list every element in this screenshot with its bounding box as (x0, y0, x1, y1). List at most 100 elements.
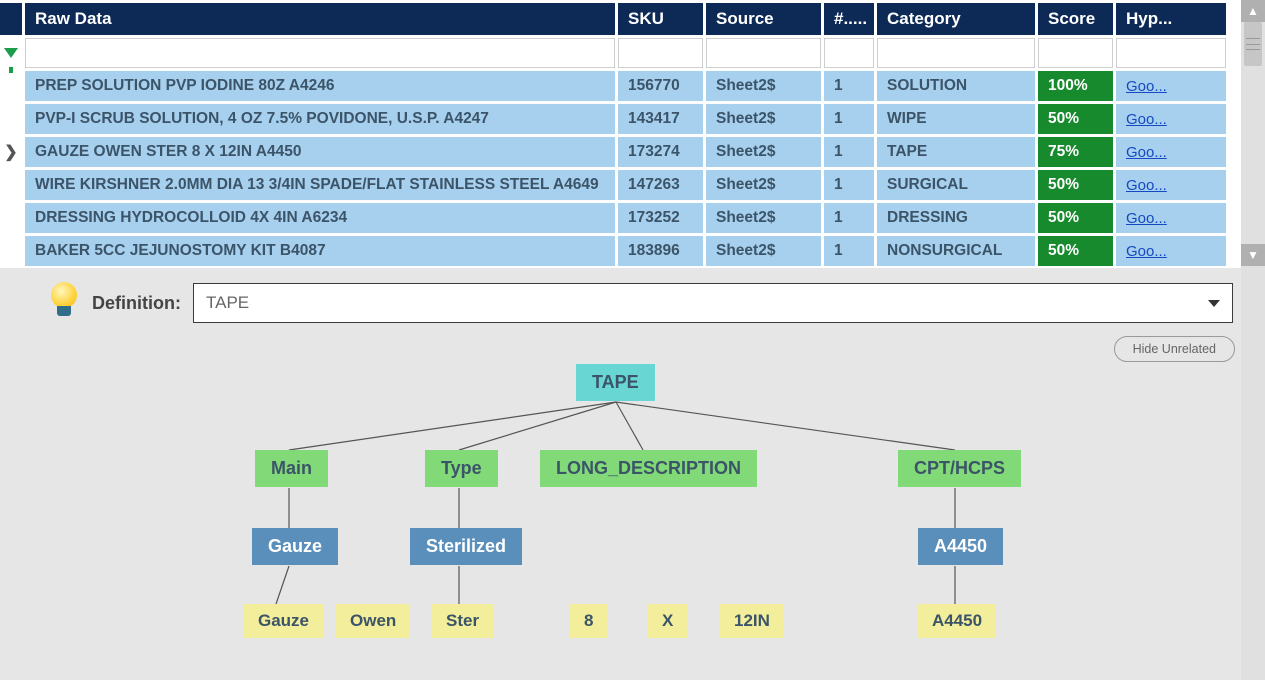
filter-hyp[interactable] (1116, 38, 1226, 68)
cell-score: 50% (1038, 104, 1113, 134)
cell-score: 50% (1038, 236, 1113, 266)
tree-cat-type[interactable]: Type (425, 450, 498, 487)
tree-leaf-12in[interactable]: 12IN (720, 604, 784, 638)
cell-source: Sheet2$ (706, 170, 821, 200)
tree-leaf-ster[interactable]: Ster (432, 604, 493, 638)
cell-source: Sheet2$ (706, 137, 821, 167)
cell-raw: WIRE KIRSHNER 2.0MM DIA 13 3/4IN SPADE/F… (25, 170, 615, 200)
tree-leaf-x[interactable]: X (648, 604, 687, 638)
filter-source[interactable] (706, 38, 821, 68)
definition-tree: TAPE Main Type LONG_DESCRIPTION CPT/HCPS… (0, 364, 1241, 680)
scroll-down-button[interactable]: ▼ (1241, 244, 1265, 266)
cell-hyperlink[interactable]: Goo... (1116, 203, 1226, 233)
cell-category: NONSURGICAL (877, 236, 1035, 266)
cell-hyperlink[interactable]: Goo... (1116, 170, 1226, 200)
row-selected-icon: ❯ (4, 142, 17, 162)
detail-panel: Definition: TAPE Hide Unrelated TAPE Mai… (0, 268, 1241, 680)
cell-source: Sheet2$ (706, 236, 821, 266)
table-row[interactable]: ❯ GAUZE OWEN STER 8 X 12IN A4450 173274 … (0, 137, 1241, 170)
cell-raw: BAKER 5CC JEJUNOSTOMY KIT B4087 (25, 236, 615, 266)
tree-connectors (0, 364, 1241, 680)
table-row[interactable]: BAKER 5CC JEJUNOSTOMY KIT B4087 183896 S… (0, 236, 1241, 269)
tree-leaf-gauze[interactable]: Gauze (244, 604, 323, 638)
cell-hyperlink[interactable]: Goo... (1116, 104, 1226, 134)
cell-category: TAPE (877, 137, 1035, 167)
cell-hyperlink[interactable]: Goo... (1116, 236, 1226, 266)
grid-filter-row (0, 38, 1241, 71)
cell-count: 1 (824, 104, 874, 134)
cell-sku: 173274 (618, 137, 703, 167)
definition-label: Definition: (92, 293, 181, 314)
hyperlink[interactable]: Goo... (1126, 144, 1167, 161)
lightbulb-icon (48, 282, 80, 324)
hyperlink[interactable]: Goo... (1126, 111, 1167, 128)
cell-hyperlink[interactable]: Goo... (1116, 137, 1226, 167)
cell-sku: 173252 (618, 203, 703, 233)
col-raw-data[interactable]: Raw Data (25, 3, 615, 35)
tree-leaf-8[interactable]: 8 (570, 604, 607, 638)
tree-root[interactable]: TAPE (576, 364, 655, 401)
chevron-down-icon (1208, 300, 1220, 307)
row-indicator (0, 236, 22, 266)
filter-score[interactable] (1038, 38, 1113, 68)
grid-header: Raw Data SKU Source #..... Category Scor… (0, 0, 1241, 38)
table-row[interactable]: WIRE KIRSHNER 2.0MM DIA 13 3/4IN SPADE/F… (0, 170, 1241, 203)
cell-score: 100% (1038, 71, 1113, 101)
filter-icon-cell[interactable] (0, 38, 22, 68)
vertical-scrollbar[interactable]: ▲ ▼ (1241, 0, 1265, 680)
tree-cat-main[interactable]: Main (255, 450, 328, 487)
cell-hyperlink[interactable]: Goo... (1116, 71, 1226, 101)
scroll-thumb[interactable] (1244, 22, 1262, 66)
hyperlink[interactable]: Goo... (1126, 177, 1167, 194)
cell-source: Sheet2$ (706, 71, 821, 101)
filter-sku[interactable] (618, 38, 703, 68)
filter-raw[interactable] (25, 38, 615, 68)
row-indicator (0, 104, 22, 134)
cell-raw: GAUZE OWEN STER 8 X 12IN A4450 (25, 137, 615, 167)
col-count[interactable]: #..... (824, 3, 874, 35)
cell-count: 1 (824, 203, 874, 233)
cell-raw: PVP-I SCRUB SOLUTION, 4 OZ 7.5% POVIDONE… (25, 104, 615, 134)
tree-leaf-owen[interactable]: Owen (336, 604, 410, 638)
scroll-up-button[interactable]: ▲ (1241, 0, 1265, 22)
row-indicator (0, 170, 22, 200)
col-source[interactable]: Source (706, 3, 821, 35)
tree-cat-cpt[interactable]: CPT/HCPS (898, 450, 1021, 487)
hyperlink[interactable]: Goo... (1126, 243, 1167, 260)
cell-sku: 147263 (618, 170, 703, 200)
cell-score: 50% (1038, 203, 1113, 233)
row-indicator (0, 203, 22, 233)
filter-count[interactable] (824, 38, 874, 68)
cell-category: WIPE (877, 104, 1035, 134)
tree-mid-sterilized[interactable]: Sterilized (410, 528, 522, 565)
hyperlink[interactable]: Goo... (1126, 210, 1167, 227)
cell-count: 1 (824, 170, 874, 200)
col-indicator[interactable] (0, 3, 22, 35)
cell-count: 1 (824, 137, 874, 167)
table-row[interactable]: PREP SOLUTION PVP IODINE 80Z A4246 15677… (0, 71, 1241, 104)
table-row[interactable]: DRESSING HYDROCOLLOID 4X 4IN A6234 17325… (0, 203, 1241, 236)
hide-unrelated-button[interactable]: Hide Unrelated (1114, 336, 1235, 362)
col-category[interactable]: Category (877, 3, 1035, 35)
cell-count: 1 (824, 236, 874, 266)
tree-mid-a4450[interactable]: A4450 (918, 528, 1003, 565)
table-row[interactable]: PVP-I SCRUB SOLUTION, 4 OZ 7.5% POVIDONE… (0, 104, 1241, 137)
row-indicator: ❯ (0, 137, 22, 167)
tree-leaf-a4450[interactable]: A4450 (918, 604, 996, 638)
cell-score: 50% (1038, 170, 1113, 200)
cell-category: SOLUTION (877, 71, 1035, 101)
col-hyperlink[interactable]: Hyp... (1116, 3, 1226, 35)
col-score[interactable]: Score (1038, 3, 1113, 35)
hyperlink[interactable]: Goo... (1126, 78, 1167, 95)
cell-sku: 143417 (618, 104, 703, 134)
tree-cat-longdesc[interactable]: LONG_DESCRIPTION (540, 450, 757, 487)
col-sku[interactable]: SKU (618, 3, 703, 35)
data-grid: Raw Data SKU Source #..... Category Scor… (0, 0, 1265, 269)
filter-category[interactable] (877, 38, 1035, 68)
cell-raw: PREP SOLUTION PVP IODINE 80Z A4246 (25, 71, 615, 101)
tree-mid-gauze[interactable]: Gauze (252, 528, 338, 565)
definition-value: TAPE (206, 293, 249, 313)
cell-count: 1 (824, 71, 874, 101)
funnel-icon (4, 48, 18, 58)
definition-dropdown[interactable]: TAPE (193, 283, 1233, 323)
